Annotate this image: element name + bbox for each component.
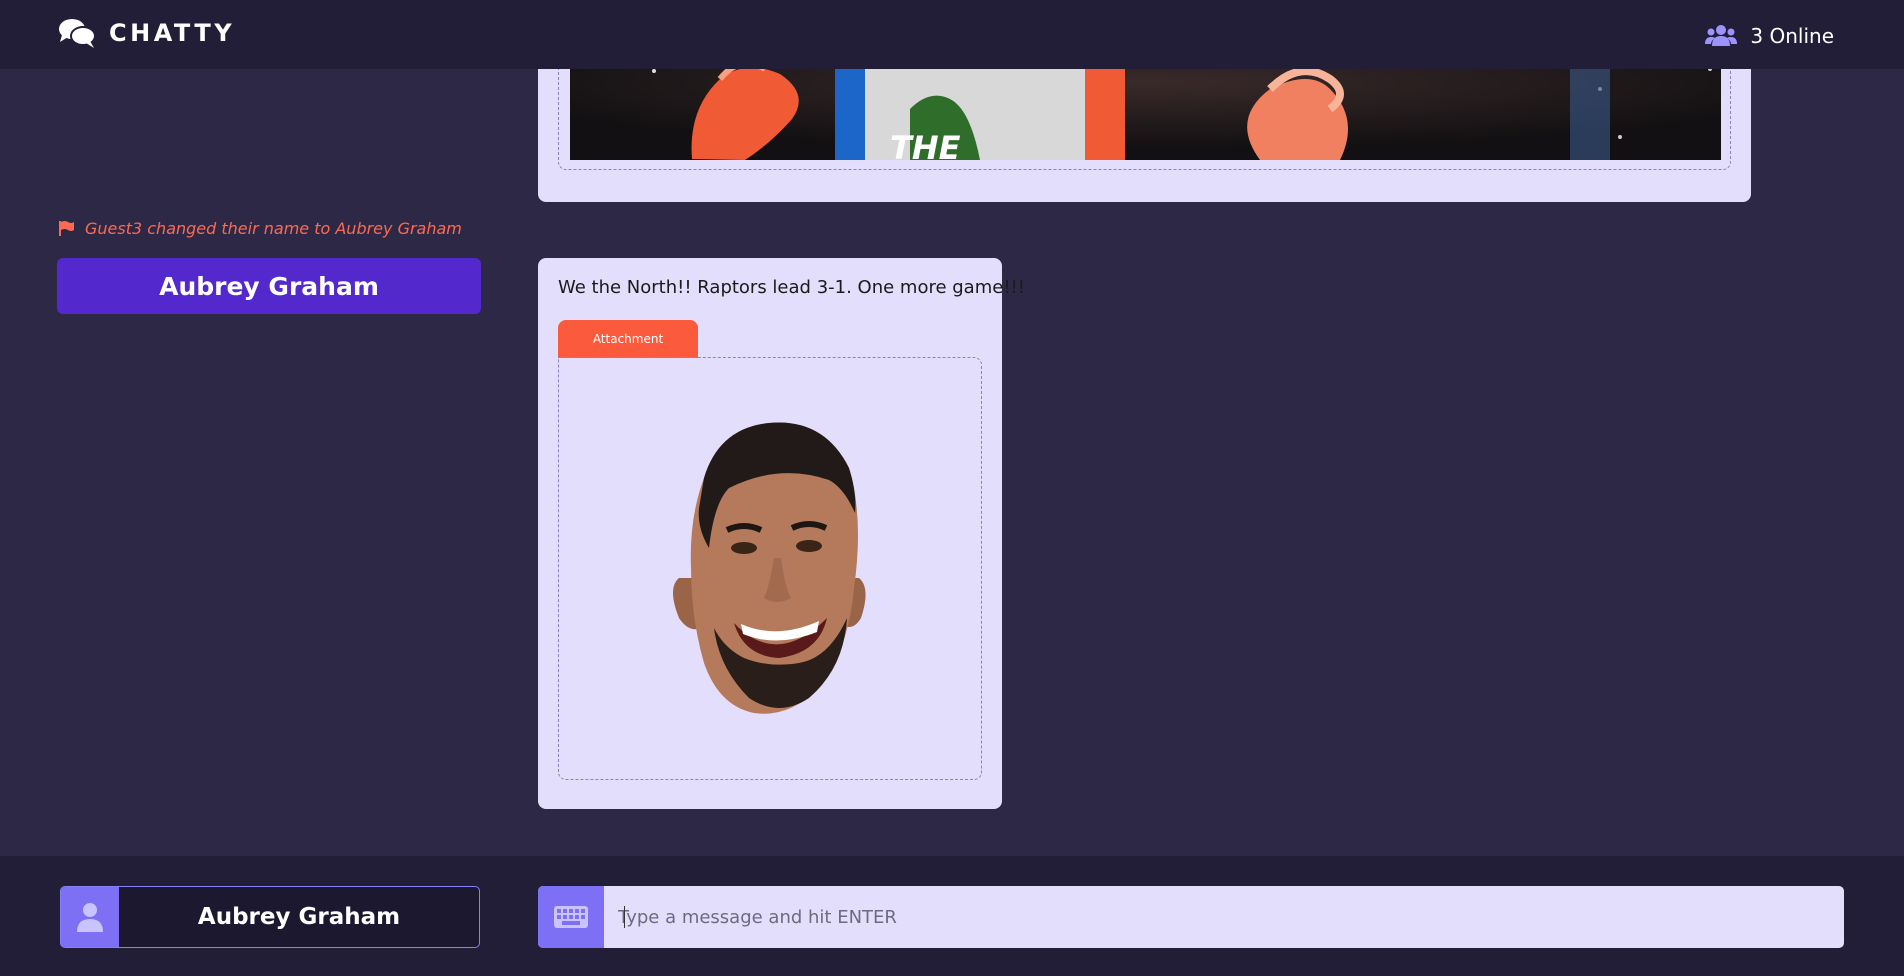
system-notice-text: Guest3 changed their name to Aubrey Grah… xyxy=(85,219,462,238)
brand[interactable]: CHATTY xyxy=(58,17,235,49)
online-count: 3 Online xyxy=(1750,24,1834,48)
text-caret xyxy=(624,906,625,928)
online-indicator: 3 Online xyxy=(1705,24,1834,48)
users-icon xyxy=(1705,25,1738,46)
basketball-photo-icon: THE xyxy=(570,69,1721,160)
comments-icon xyxy=(59,19,96,48)
current-user-name: Aubrey Graham xyxy=(197,904,401,930)
photo-attachment[interactable]: THE xyxy=(570,69,1721,160)
previous-message-card: THE xyxy=(538,69,1751,202)
user-icon xyxy=(77,903,103,932)
svg-text:THE: THE xyxy=(890,129,961,160)
face-photo xyxy=(673,422,866,714)
message-text: We the North!! Raptors lead 3-1. One mor… xyxy=(558,277,1025,298)
message-author-badge: Aubrey Graham xyxy=(57,258,481,314)
message-feed[interactable]: THE Guest3 changed their name to Aubrey … xyxy=(0,69,1904,856)
attachment-frame: THE xyxy=(558,69,1731,170)
attachment-tab[interactable]: Attachment xyxy=(558,320,698,358)
message-card: We the North!! Raptors lead 3-1. One mor… xyxy=(538,258,1025,809)
message-input[interactable] xyxy=(618,886,1828,948)
keyboard-icon-box xyxy=(538,886,604,948)
current-user-box[interactable]: Aubrey Graham xyxy=(60,886,480,948)
system-notice: Guest3 changed their name to Aubrey Grah… xyxy=(58,219,462,238)
message-composer[interactable] xyxy=(538,886,1844,948)
user-icon-box xyxy=(61,887,119,947)
keyboard-icon xyxy=(554,906,588,928)
app-header: CHATTY 3 Online xyxy=(0,0,1904,69)
attachment-box[interactable] xyxy=(558,357,982,780)
brand-name: CHATTY xyxy=(109,19,236,47)
app-footer: Aubrey Graham xyxy=(0,856,1904,976)
flag-icon xyxy=(59,221,74,236)
